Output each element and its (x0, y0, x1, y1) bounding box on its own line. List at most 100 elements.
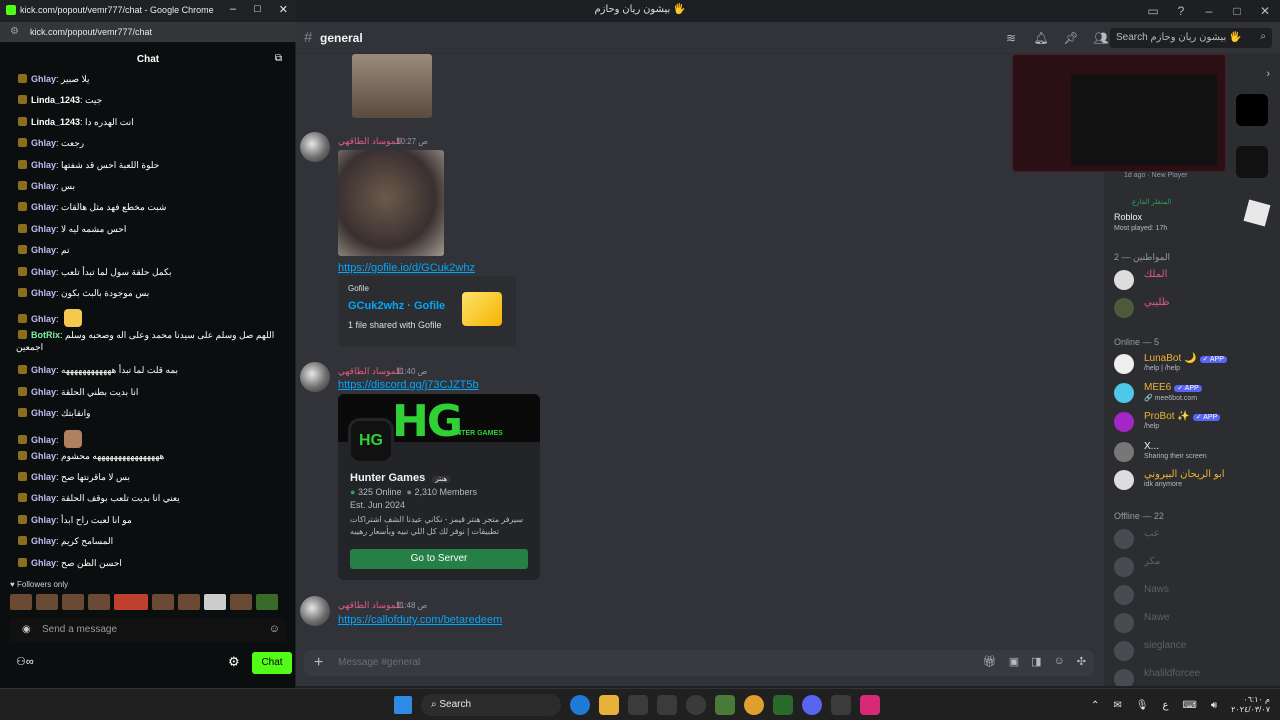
volume-icon[interactable]: 🔊︎ (1211, 700, 1217, 711)
members-icon[interactable]: 👥︎ (1092, 29, 1110, 47)
chat-username[interactable]: Ghlay (31, 267, 56, 277)
member-item[interactable]: X... Sharing their screen (1114, 440, 1274, 464)
steam-icon[interactable] (686, 695, 706, 715)
server-icon-mw[interactable] (1236, 94, 1268, 126)
bell-icon[interactable]: 🔔︎ (1032, 29, 1050, 47)
start-button[interactable] (394, 696, 412, 714)
chat-username[interactable]: Ghlay (31, 74, 56, 84)
member-item[interactable]: LunaBot 🌙 ✓ APP/help | /help (1114, 352, 1274, 376)
network-icon[interactable]: ⌨ (1182, 700, 1196, 711)
chat-send-button[interactable]: Chat (252, 652, 292, 674)
tray-mic-icon[interactable]: 🎙︎ (1136, 700, 1149, 711)
instagram-icon[interactable] (860, 695, 880, 715)
sticker-icon[interactable]: ◨ (1031, 655, 1041, 668)
minimize-icon[interactable]: – (230, 3, 236, 16)
taskbar-search[interactable]: ⌕ Search (421, 694, 561, 716)
emote[interactable] (230, 594, 252, 610)
chat-username[interactable]: Ghlay (31, 536, 56, 546)
emote[interactable] (10, 594, 32, 610)
settings-icon[interactable]: ⚙ (228, 654, 240, 670)
message-list[interactable]: الموساد الطاقهي ص 10:27 https://gofile.i… (296, 54, 1104, 646)
chat-username[interactable]: Ghlay (31, 365, 56, 375)
send-message-input[interactable]: ◉ Send a message ☺ (10, 618, 286, 642)
chat-username[interactable]: Ghlay (31, 138, 56, 148)
file-explorer-icon[interactable] (599, 695, 619, 715)
chrome-icon[interactable] (744, 695, 764, 715)
chat-username[interactable]: Ghlay (31, 224, 56, 234)
collapse-arrow-icon[interactable]: › (1266, 68, 1270, 80)
chat-username[interactable]: Ghlay (31, 558, 56, 568)
member-item[interactable]: Nawe (1114, 611, 1274, 635)
gif-icon[interactable]: ▣ (1009, 655, 1019, 668)
message-image-previous[interactable] (352, 54, 432, 118)
chat-emote[interactable] (64, 309, 83, 328)
go-to-server-button[interactable]: Go to Server (350, 549, 528, 569)
chat-username[interactable]: Ghlay (31, 202, 56, 212)
emoji-icon[interactable]: ☺ (1054, 655, 1065, 668)
author-avatar[interactable] (300, 596, 330, 626)
chat-emote[interactable] (64, 429, 83, 448)
author-avatar[interactable] (300, 362, 330, 392)
member-item[interactable]: khalildforcee (1114, 667, 1274, 686)
member-item[interactable]: عب (1114, 527, 1274, 551)
emote[interactable] (204, 594, 226, 610)
emote[interactable] (178, 594, 200, 610)
chat-username[interactable]: Ghlay (31, 160, 56, 170)
pin-icon[interactable]: 📌︎ (1062, 29, 1080, 47)
store-icon[interactable] (628, 695, 648, 715)
emote[interactable] (256, 594, 278, 610)
member-item[interactable]: ابو الريحان البيروني idk anymore (1114, 468, 1274, 492)
app-icon[interactable] (773, 695, 793, 715)
chat-username[interactable]: Ghlay (31, 515, 56, 525)
minimize-icon[interactable]: – (1200, 2, 1218, 20)
server-icon-kanji[interactable] (1236, 146, 1268, 178)
epic-games-icon[interactable] (831, 695, 851, 715)
author-name[interactable]: الموساد الطاقهي (338, 136, 401, 147)
chat-username[interactable]: Ghlay (31, 408, 56, 418)
site-info-icon[interactable]: ⚙ (10, 26, 19, 37)
message-link[interactable]: https://discord.gg/j73CJZT5b (338, 379, 479, 391)
author-name[interactable]: الموساد الطاقهي (338, 600, 401, 611)
message-input[interactable]: + Message #general 🎁︎ ▣ ◨ ☺ ✣ (304, 650, 1094, 676)
chat-username[interactable]: Ghlay (31, 472, 56, 482)
maximize-icon[interactable]: □ (254, 3, 261, 16)
activity-card[interactable]: 1d ago · New Player المتفلر الفارغ Roblo… (1110, 170, 1274, 240)
inbox-icon[interactable]: ▭ (1144, 2, 1162, 20)
chat-username[interactable]: Linda_1243 (31, 117, 80, 127)
edge-icon[interactable] (570, 695, 590, 715)
message-link[interactable]: https://gofile.io/d/GCuk2whz (338, 262, 475, 274)
tray-app-icon[interactable]: ✉ (1113, 700, 1121, 711)
app-icon[interactable] (715, 695, 735, 715)
embed-title[interactable]: GCuk2whz · Gofile (348, 300, 445, 312)
chat-username[interactable]: Linda_1243 (31, 95, 80, 105)
member-item[interactable]: مكر (1114, 555, 1274, 579)
close-icon[interactable]: ✕ (1256, 2, 1274, 20)
emote[interactable] (62, 594, 84, 610)
chat-username[interactable]: Ghlay (31, 288, 56, 298)
maximize-icon[interactable]: □ (1228, 2, 1246, 20)
chat-username[interactable]: Ghlay (31, 314, 56, 324)
clock[interactable]: م ٠٦:١٠ ٢٠٢٤/٠٣/٠٧ (1231, 695, 1270, 715)
member-item[interactable]: sieglance (1114, 639, 1274, 663)
gift-icon[interactable]: 🎁︎ (983, 655, 997, 668)
close-icon[interactable]: ✕ (279, 3, 288, 16)
message-image-monkey[interactable] (338, 150, 444, 256)
chat-username[interactable]: Ghlay (31, 435, 56, 445)
chat-username[interactable]: Ghlay (31, 387, 56, 397)
add-attachment-icon[interactable]: + (314, 654, 323, 672)
emote[interactable] (114, 594, 148, 610)
infinity-icon[interactable]: ⚇∞ (16, 655, 34, 668)
threads-icon[interactable]: ≋ (1002, 29, 1020, 47)
emote-picker-icon[interactable]: ◉ (22, 624, 31, 635)
chat-username[interactable]: Ghlay (31, 451, 56, 461)
member-item[interactable]: ظليبي (1114, 296, 1274, 320)
apps-icon[interactable]: ✣ (1077, 655, 1086, 668)
member-item[interactable]: ProBot ✨ ✓ APP/help (1114, 410, 1274, 434)
emoji-icon[interactable]: ☺ (269, 623, 280, 635)
emote[interactable] (152, 594, 174, 610)
app-icon[interactable] (657, 695, 677, 715)
author-avatar[interactable] (300, 132, 330, 162)
chat-username[interactable]: Ghlay (31, 245, 56, 255)
member-item[interactable]: Naws (1114, 583, 1274, 607)
tray-chevron-icon[interactable]: ⌃ (1091, 700, 1099, 711)
